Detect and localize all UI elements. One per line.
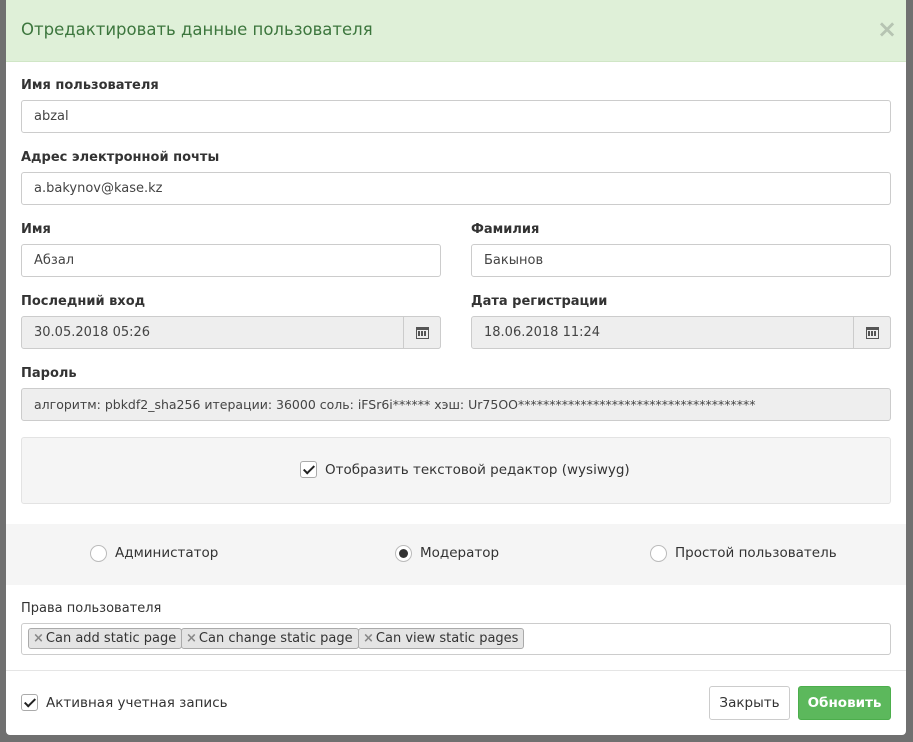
close-button[interactable]: Закрыть xyxy=(709,686,790,720)
last-login-field: 30.05.2018 05:26 xyxy=(21,316,441,349)
permissions-label: Права пользователя xyxy=(21,601,162,616)
calendar-icon xyxy=(865,326,879,339)
date-joined-value: 18.06.2018 11:24 xyxy=(484,325,601,340)
first-name-label: Имя xyxy=(21,222,51,237)
role-label-admin: Администатор xyxy=(115,545,219,561)
wysiwyg-panel: Отобразить текстовой редактор (wysiwyg) xyxy=(21,437,891,504)
password-label: Пароль xyxy=(21,366,77,381)
close-icon[interactable]: × xyxy=(876,17,898,41)
last-login-label: Последний вход xyxy=(21,294,146,309)
last-login-value: 30.05.2018 05:26 xyxy=(34,325,151,340)
date-joined-field: 18.06.2018 11:24 xyxy=(471,316,891,349)
permissions-multiselect[interactable]: × Can add static page × Can change static … xyxy=(21,623,891,655)
active-account-checkbox[interactable] xyxy=(21,694,38,711)
edit-user-modal: Отредактировать данные пользователя × Им… xyxy=(6,0,906,735)
password-hash-field: алгоритм: pbkdf2_sha256 итерации: 36000 … xyxy=(21,388,891,421)
modal-title: Отредактировать данные пользователя xyxy=(21,20,373,39)
remove-tag-icon[interactable]: × xyxy=(363,631,374,646)
role-radio-admin[interactable] xyxy=(90,545,107,562)
wysiwyg-checkbox[interactable] xyxy=(300,461,317,478)
role-label-simple-user: Простой пользователь xyxy=(675,545,837,561)
last-name-input[interactable]: Бакынов xyxy=(471,244,891,277)
username-label: Имя пользователя xyxy=(21,78,159,93)
permission-tag: × Can change static page xyxy=(181,628,359,649)
permission-tag-label: Can view static pages xyxy=(375,631,519,646)
permission-tag: × Can add static page xyxy=(28,628,183,649)
email-label: Адрес электронной почты xyxy=(21,150,220,165)
username-input[interactable]: abzal xyxy=(21,100,891,133)
footer-divider xyxy=(6,670,906,671)
role-radio-simple-user[interactable] xyxy=(650,545,667,562)
role-radio-moderator[interactable] xyxy=(395,545,412,562)
calendar-icon xyxy=(415,326,429,339)
update-button[interactable]: Обновить xyxy=(798,686,891,720)
active-account-label: Активная учетная запись xyxy=(46,695,228,711)
last-login-calendar-button[interactable] xyxy=(403,316,441,349)
permission-tag-label: Can add static page xyxy=(45,631,177,646)
role-label-moderator: Модератор xyxy=(420,545,500,561)
date-joined-label: Дата регистрации xyxy=(471,294,608,309)
remove-tag-icon[interactable]: × xyxy=(186,631,197,646)
first-name-input[interactable]: Абзал xyxy=(21,244,441,277)
permission-tag-label: Can change static page xyxy=(198,631,353,646)
remove-tag-icon[interactable]: × xyxy=(33,631,44,646)
modal-header: Отредактировать данные пользователя × xyxy=(6,0,906,62)
permission-tag: × Can view static pages xyxy=(358,628,525,649)
date-joined-calendar-button[interactable] xyxy=(853,316,891,349)
wysiwyg-label: Отобразить текстовой редактор (wysiwyg) xyxy=(325,462,630,478)
email-input[interactable]: a.bakynov@kase.kz xyxy=(21,172,891,205)
role-radio-group: Администатор Модератор Простой пользоват… xyxy=(6,524,906,585)
last-name-label: Фамилия xyxy=(471,222,540,237)
